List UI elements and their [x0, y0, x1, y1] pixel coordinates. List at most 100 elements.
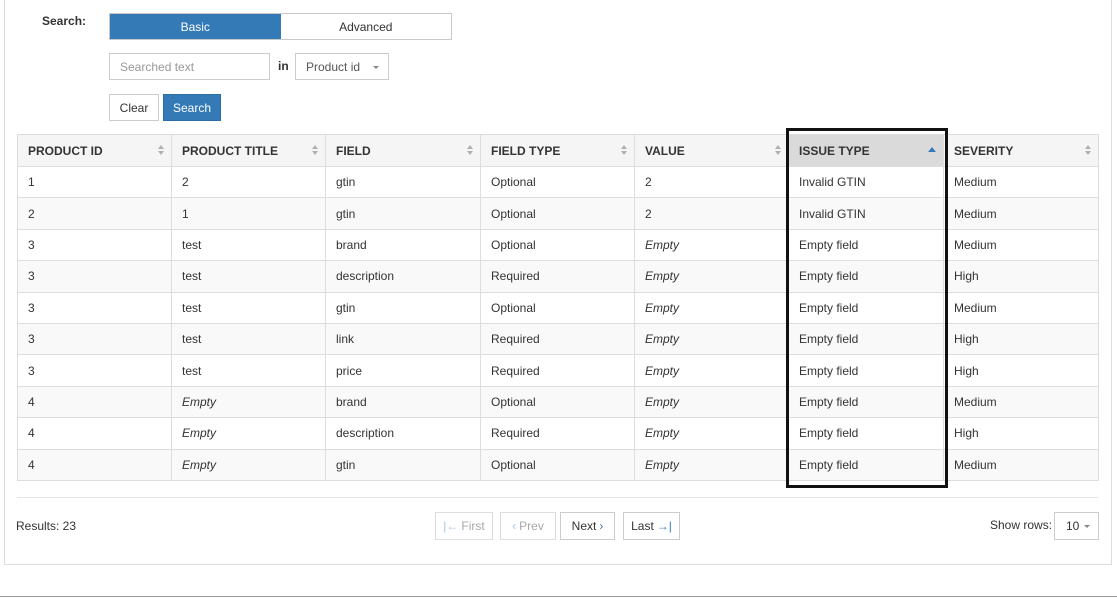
cell-field: description	[325, 417, 481, 450]
table-header-row: PRODUCT ID PRODUCT TITLE FIELD FIELD TYP…	[17, 134, 1099, 167]
cell-product-id: 3	[17, 260, 172, 293]
cell-field: brand	[325, 228, 481, 262]
cell-product-id: 2	[17, 197, 172, 230]
table-row[interactable]: 4 Empty gtin Optional Empty Empty field Medium	[17, 448, 1099, 481]
last-label: Last	[631, 519, 654, 533]
cell-value: Empty	[634, 354, 789, 387]
cell-field-type: Optional	[480, 228, 635, 262]
cell-severity: High	[943, 260, 1099, 293]
table-row[interactable]: 4 Empty brand Optional Empty Empty field Mediu…	[17, 385, 1099, 419]
field-select-value: Product id	[306, 59, 361, 74]
cell-field-type: Optional	[480, 448, 635, 481]
cell-product-title: test	[171, 228, 326, 262]
cell-value: 2	[634, 165, 789, 199]
search-button[interactable]: Search	[163, 94, 221, 121]
table-row[interactable]: 4 Empty description Required Empty Empty fiel…	[17, 417, 1099, 450]
table-row[interactable]: 1 2 gtin Optional 2 Invalid GTIN Medium	[17, 165, 1099, 199]
search-label: Search:	[42, 14, 87, 28]
sort-icon	[775, 145, 782, 156]
col-header-issue-type[interactable]: ISSUE TYPE	[788, 134, 944, 167]
cell-value: Empty	[634, 228, 789, 262]
advanced-mode-tab[interactable]: Advanced	[280, 14, 451, 39]
caret-down-icon	[373, 66, 379, 69]
cell-value: Empty	[634, 385, 789, 419]
table-row[interactable]: 3 test description Required Empty Empty field…	[17, 260, 1099, 293]
cell-product-title: test	[171, 354, 326, 387]
cell-product-id: 3	[17, 291, 172, 324]
cell-severity: Medium	[943, 385, 1099, 419]
next-page-button[interactable]: Next ›	[560, 512, 615, 540]
cell-field: gtin	[325, 291, 481, 324]
sort-ascending-icon	[928, 147, 936, 152]
table-row[interactable]: 3 test link Required Empty Empty field High	[17, 322, 1099, 356]
cell-field: brand	[325, 385, 481, 419]
cell-issue-type: Empty field	[788, 322, 944, 356]
search-text-input[interactable]	[109, 53, 270, 80]
table-row[interactable]: 3 test gtin Optional Empty Empty field Medium	[17, 291, 1099, 324]
divider	[17, 497, 1098, 498]
field-select[interactable]: Product id	[295, 53, 389, 80]
cell-issue-type: Empty field	[788, 417, 944, 450]
cell-product-title: Empty	[171, 417, 326, 450]
col-header-severity[interactable]: SEVERITY	[943, 134, 1099, 167]
cell-product-id: 4	[17, 385, 172, 419]
col-header-product-id[interactable]: PRODUCT ID	[17, 134, 172, 167]
clear-button[interactable]: Clear	[109, 94, 159, 121]
col-header-field-type[interactable]: FIELD TYPE	[480, 134, 635, 167]
chevron-left-icon: ‹	[512, 519, 517, 533]
col-header-product-title[interactable]: PRODUCT TITLE	[171, 134, 326, 167]
cell-product-id: 3	[17, 354, 172, 387]
cell-field: gtin	[325, 165, 481, 199]
results-count: Results: 23	[16, 519, 77, 533]
first-page-button[interactable]: |← First	[435, 512, 493, 540]
cell-severity: Medium	[943, 448, 1099, 481]
prev-page-button[interactable]: ‹ Prev	[500, 512, 556, 540]
rows-per-page-select[interactable]: 10	[1054, 512, 1099, 540]
table-row[interactable]: 2 1 gtin Optional 2 Invalid GTIN Medium	[17, 197, 1099, 230]
prev-label: Prev	[519, 519, 544, 533]
cell-value: Empty	[634, 291, 789, 324]
cell-product-id: 3	[17, 322, 172, 356]
col-header-value[interactable]: VALUE	[634, 134, 789, 167]
table-row[interactable]: 3 test brand Optional Empty Empty field Medium	[17, 228, 1099, 262]
cell-product-title: test	[171, 291, 326, 324]
basic-mode-tab[interactable]: Basic	[110, 14, 281, 39]
cell-value: 2	[634, 197, 789, 230]
cell-issue-type: Empty field	[788, 354, 944, 387]
col-header-field[interactable]: FIELD	[325, 134, 481, 167]
cell-value: Empty	[634, 417, 789, 450]
cell-field-type: Required	[480, 260, 635, 293]
cell-field-type: Required	[480, 322, 635, 356]
bottom-border	[0, 596, 1117, 597]
last-page-button[interactable]: Last →|	[623, 512, 680, 540]
cell-product-id: 3	[17, 228, 172, 262]
cell-field: gtin	[325, 197, 481, 230]
first-label: First	[461, 519, 485, 533]
cell-value: Empty	[634, 322, 789, 356]
cell-product-title: Empty	[171, 385, 326, 419]
sort-icon	[1085, 145, 1092, 156]
cell-issue-type: Empty field	[788, 385, 944, 419]
cell-value: Empty	[634, 260, 789, 293]
next-label: Next	[571, 519, 597, 533]
cell-severity: Medium	[943, 228, 1099, 262]
cell-value: Empty	[634, 448, 789, 481]
cell-issue-type: Invalid GTIN	[788, 197, 944, 230]
cell-product-title: test	[171, 260, 326, 293]
cell-field-type: Required	[480, 354, 635, 387]
cell-severity: Medium	[943, 165, 1099, 199]
cell-issue-type: Empty field	[788, 448, 944, 481]
cell-product-id: 4	[17, 417, 172, 450]
cell-field-type: Optional	[480, 165, 635, 199]
table-body: 1 2 gtin Optional 2 Invalid GTIN Medium 2 1 gtin O…	[17, 165, 1099, 481]
cell-field-type: Required	[480, 417, 635, 450]
in-label: in	[278, 59, 289, 73]
cell-product-title: 1	[171, 197, 326, 230]
cell-severity: Medium	[943, 291, 1099, 324]
cell-product-title: test	[171, 322, 326, 356]
first-page-icon: |←	[443, 519, 459, 533]
sort-icon	[312, 145, 319, 156]
sort-icon	[621, 145, 628, 156]
table-row[interactable]: 3 test price Required Empty Empty field High	[17, 354, 1099, 387]
cell-product-title: Empty	[171, 448, 326, 481]
